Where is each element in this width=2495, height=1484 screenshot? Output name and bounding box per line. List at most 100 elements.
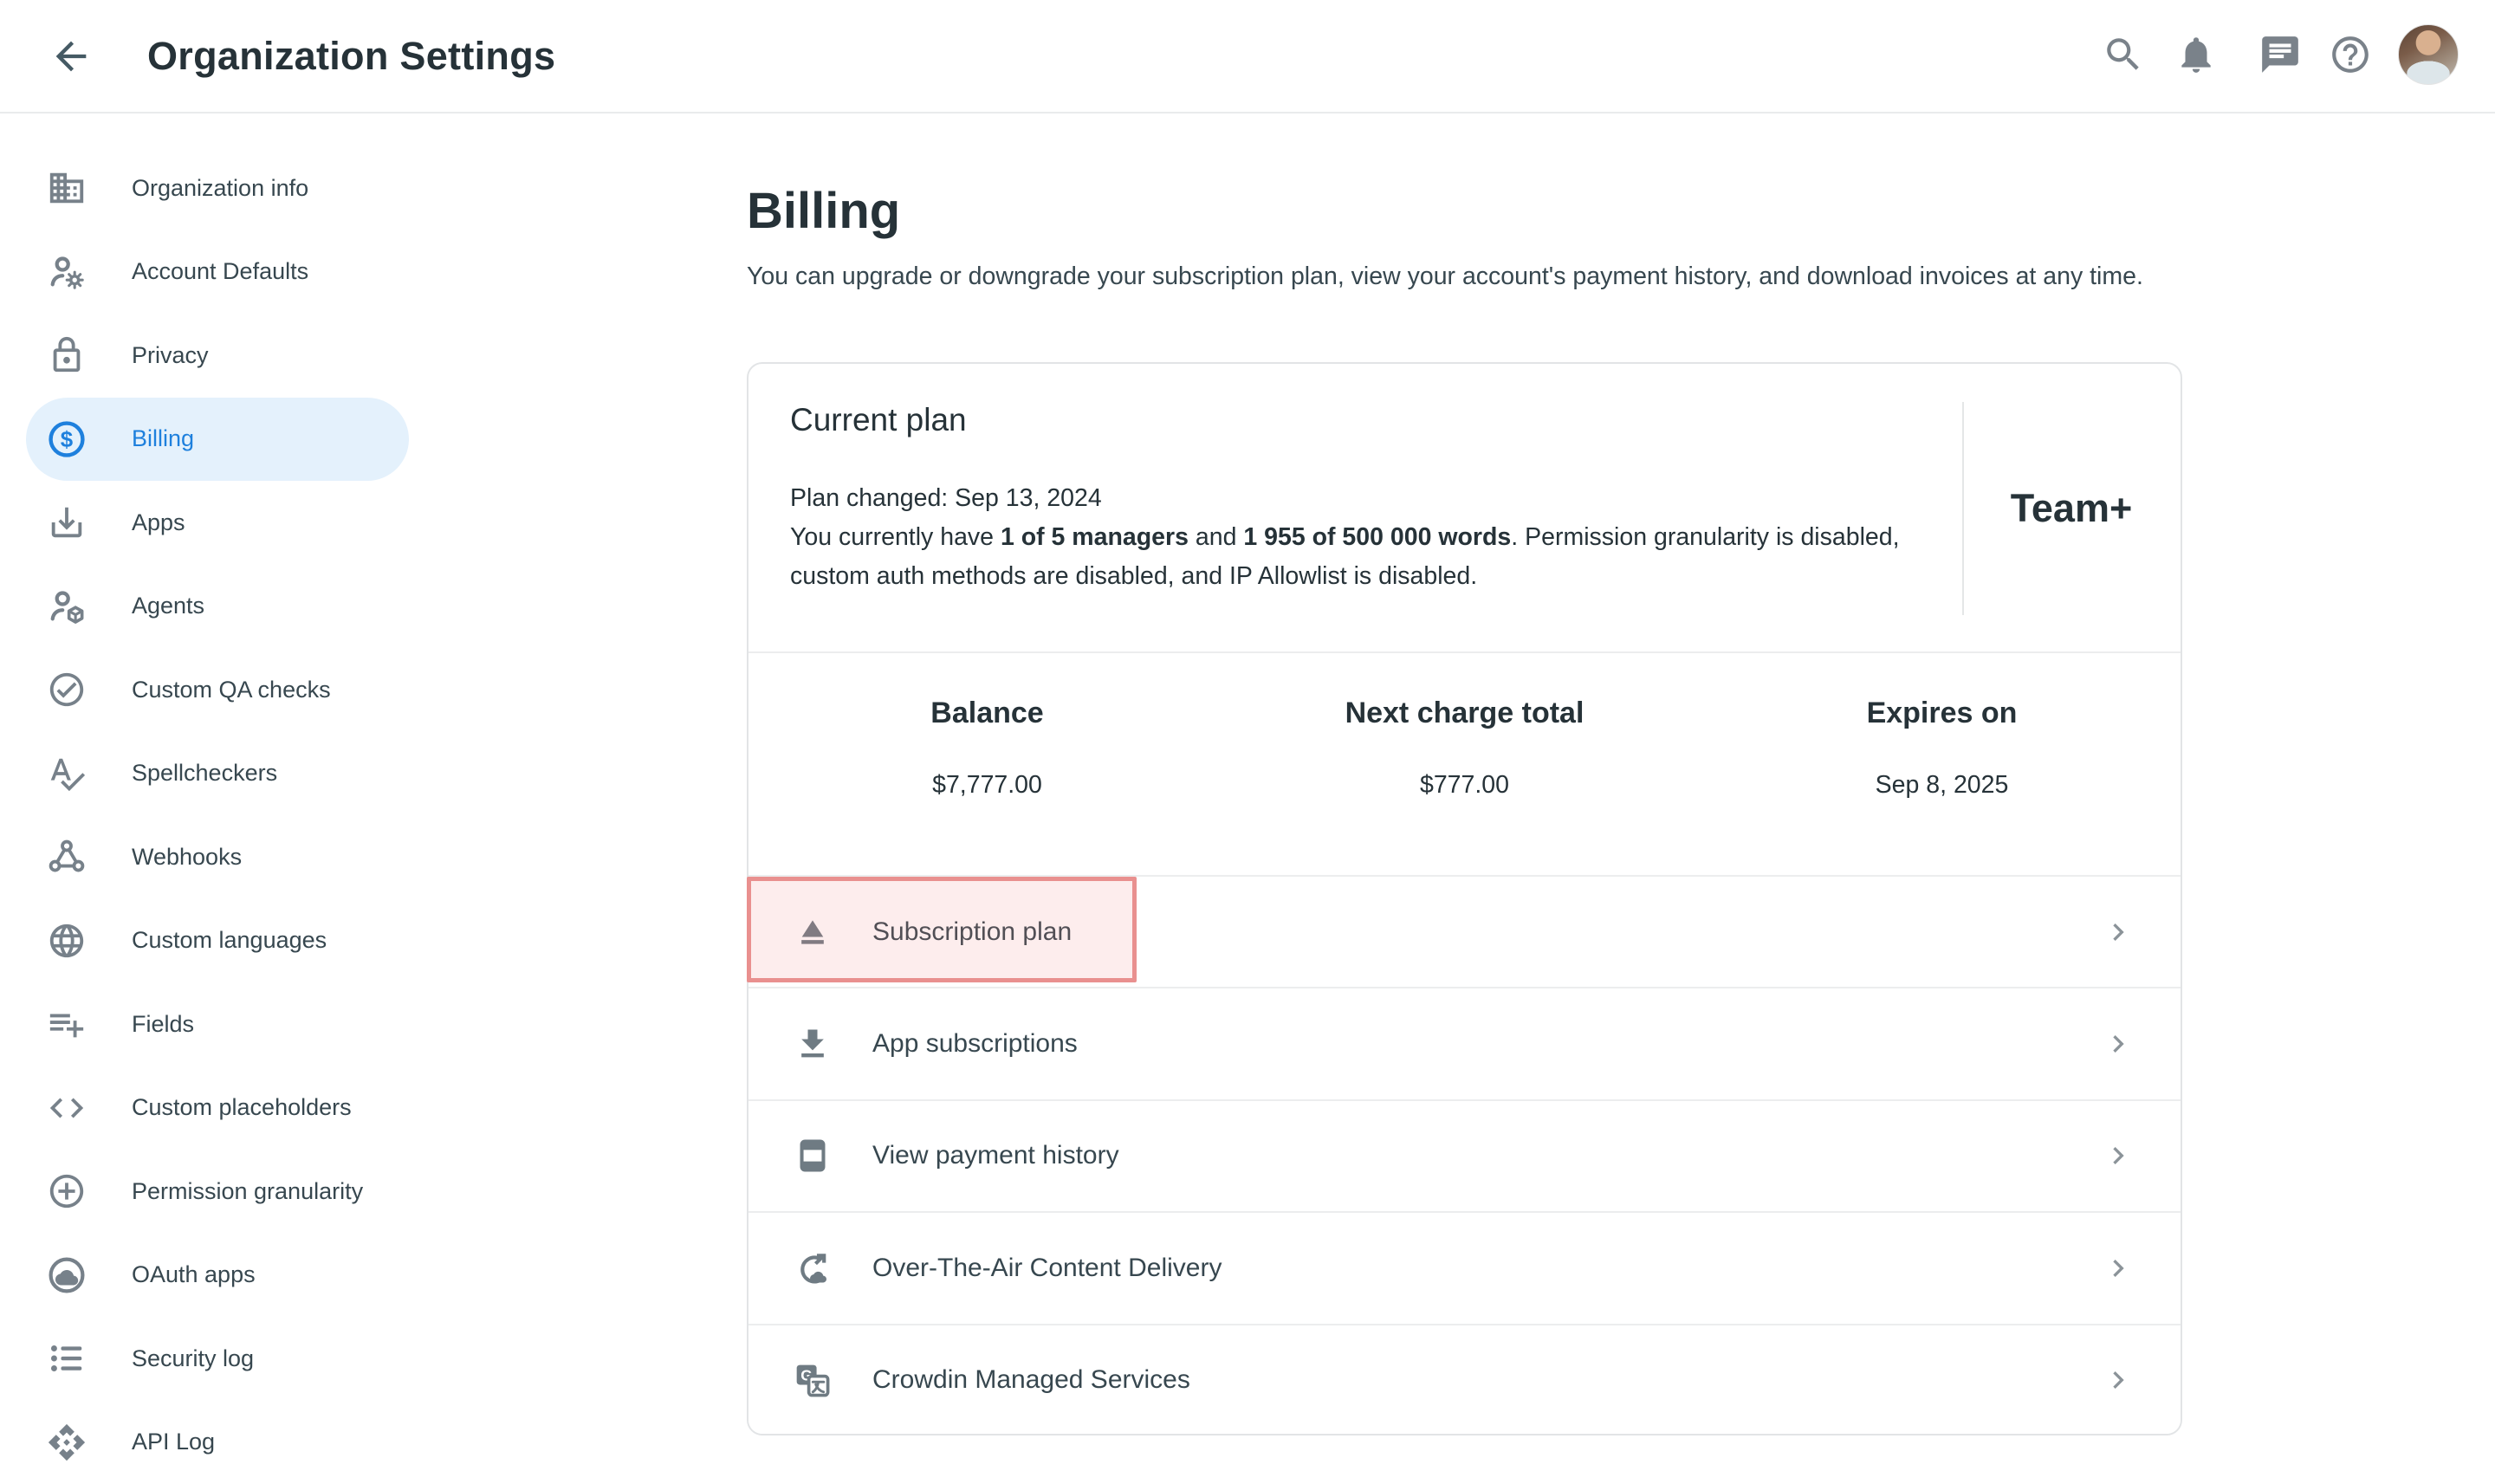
- plan-changed-text: Plan changed: Sep 13, 2024: [790, 479, 1960, 518]
- svg-text:$: $: [61, 428, 74, 452]
- app-header: Organization Settings: [0, 0, 2495, 113]
- sidebar-item-label: Permission granularity: [132, 1178, 363, 1205]
- sidebar-item-organization-info[interactable]: Organization info: [26, 146, 409, 230]
- stat-label: Next charge total: [1226, 697, 1703, 730]
- row-label: View payment history: [872, 1141, 1119, 1170]
- sidebar-item-webhooks[interactable]: Webhooks: [26, 815, 409, 899]
- back-button[interactable]: [49, 34, 94, 79]
- sidebar-item-label: Privacy: [132, 342, 209, 369]
- sidebar-item-apps[interactable]: Apps: [26, 481, 409, 565]
- billing-heading: Billing: [747, 182, 900, 240]
- eject-icon: [794, 913, 832, 951]
- words-usage: 1 955 of 500 000 words: [1243, 523, 1511, 551]
- download-icon: [794, 1025, 832, 1063]
- stat-value: $777.00: [1226, 771, 1703, 800]
- code-icon: [47, 1088, 87, 1128]
- stat-balance: Balance $7,777.00: [748, 653, 1226, 875]
- sidebar-item-custom-placeholders[interactable]: Custom placeholders: [26, 1066, 409, 1150]
- dollar-circle-icon: $: [47, 419, 87, 459]
- row-label: App subscriptions: [872, 1029, 1078, 1059]
- chevron-right-icon: [2101, 915, 2135, 949]
- sidebar-item-fields[interactable]: Fields: [26, 982, 409, 1066]
- row-label: Over-The-Air Content Delivery: [872, 1254, 1222, 1283]
- search-button[interactable]: [2102, 33, 2145, 76]
- sidebar-item-custom-qa-checks[interactable]: Custom QA checks: [26, 648, 409, 732]
- row-ota-content-delivery[interactable]: Over-The-Air Content Delivery: [748, 1211, 2181, 1323]
- sidebar-item-permission-granularity[interactable]: Permission granularity: [26, 1150, 409, 1234]
- sidebar-item-label: Custom languages: [132, 927, 327, 954]
- billing-links: Subscription plan App subscriptions: [748, 875, 2181, 1435]
- sidebar-item-label: Organization info: [132, 175, 308, 202]
- sidebar-item-api-log[interactable]: API Log: [26, 1401, 409, 1484]
- sidebar-item-oauth-apps[interactable]: OAuth apps: [26, 1234, 409, 1318]
- messages-icon: [2258, 33, 2302, 76]
- sidebar-item-agents[interactable]: Agents: [26, 565, 409, 649]
- chevron-right-icon: [2101, 1363, 2135, 1397]
- sidebar-item-label: Webhooks: [132, 844, 242, 871]
- row-view-payment-history[interactable]: View payment history: [748, 1099, 2181, 1211]
- chevron-right-icon: [2101, 1138, 2135, 1173]
- stat-label: Expires on: [1703, 697, 2181, 730]
- row-label: Crowdin Managed Services: [872, 1365, 1190, 1395]
- managers-usage: 1 of 5 managers: [1001, 523, 1189, 551]
- avatar[interactable]: [2398, 24, 2459, 85]
- globe-icon: [47, 921, 87, 961]
- download-tray-icon: [47, 502, 87, 542]
- row-subscription-plan[interactable]: Subscription plan: [748, 875, 2181, 987]
- sidebar-item-label: Custom placeholders: [132, 1094, 352, 1121]
- sidebar-item-label: Custom QA checks: [132, 677, 331, 703]
- sidebar-item-label: Security log: [132, 1345, 254, 1372]
- check-circle-icon: [47, 670, 87, 710]
- notifications-button[interactable]: [2174, 33, 2218, 76]
- sidebar-item-security-log[interactable]: Security log: [26, 1317, 409, 1401]
- sidebar-item-label: Agents: [132, 593, 204, 619]
- sidebar-item-label: Account Defaults: [132, 258, 308, 285]
- billing-card: Current plan Plan changed: Sep 13, 2024 …: [747, 362, 2182, 1435]
- plan-name-badge: Team+: [1962, 486, 2181, 531]
- spellcheck-icon: [47, 754, 87, 794]
- cloud-circle-icon: [47, 1255, 87, 1295]
- back-arrow-icon: [49, 34, 94, 79]
- api-icon: [47, 1422, 87, 1462]
- sidebar-item-spellcheckers[interactable]: Spellcheckers: [26, 732, 409, 816]
- row-label: Subscription plan: [872, 917, 1072, 947]
- payment-card-icon: [794, 1137, 832, 1175]
- sidebar-item-label: Billing: [132, 425, 194, 452]
- sidebar-item-label: API Log: [132, 1429, 215, 1455]
- sidebar-item-custom-languages[interactable]: Custom languages: [26, 899, 409, 983]
- plus-circle-icon: [47, 1171, 87, 1211]
- sidebar-item-label: Fields: [132, 1011, 194, 1038]
- stat-label: Balance: [748, 697, 1226, 730]
- billing-subtitle: You can upgrade or downgrade your subscr…: [747, 262, 2143, 291]
- sidebar-item-label: Spellcheckers: [132, 760, 277, 787]
- settings-sidebar: Organization info Account Defaults Priva…: [0, 113, 450, 1484]
- search-icon: [2102, 33, 2145, 76]
- stat-value: Sep 8, 2025: [1703, 771, 2181, 800]
- help-button[interactable]: [2329, 33, 2372, 76]
- stat-expires-on: Expires on Sep 8, 2025: [1703, 653, 2181, 875]
- sidebar-item-billing[interactable]: $ Billing: [26, 398, 409, 482]
- chevron-right-icon: [2101, 1251, 2135, 1286]
- current-plan-details: Plan changed: Sep 13, 2024 You currently…: [790, 479, 1960, 596]
- current-plan-heading: Current plan: [790, 402, 967, 438]
- user-cube-icon: [47, 586, 87, 626]
- billing-stats: Balance $7,777.00 Next charge total $777…: [748, 651, 2181, 875]
- building-icon: [47, 168, 87, 208]
- chevron-right-icon: [2101, 1027, 2135, 1061]
- page-title: Organization Settings: [147, 0, 555, 112]
- lock-icon: [47, 335, 87, 375]
- playlist-add-icon: [47, 1004, 87, 1044]
- list-icon: [47, 1338, 87, 1378]
- user-gear-icon: [47, 252, 87, 292]
- row-app-subscriptions[interactable]: App subscriptions: [748, 987, 2181, 1098]
- stat-value: $7,777.00: [748, 771, 1226, 800]
- help-icon: [2329, 33, 2372, 76]
- messages-button[interactable]: [2258, 33, 2302, 76]
- sidebar-item-privacy[interactable]: Privacy: [26, 314, 409, 398]
- cloud-sync-icon: [794, 1249, 832, 1287]
- translate-icon: G: [794, 1361, 832, 1399]
- row-crowdin-managed-services[interactable]: G Crowdin Managed Services: [748, 1324, 2181, 1435]
- sidebar-item-account-defaults[interactable]: Account Defaults: [26, 230, 409, 314]
- sidebar-item-label: Apps: [132, 509, 185, 536]
- stat-next-charge-total: Next charge total $777.00: [1226, 653, 1703, 875]
